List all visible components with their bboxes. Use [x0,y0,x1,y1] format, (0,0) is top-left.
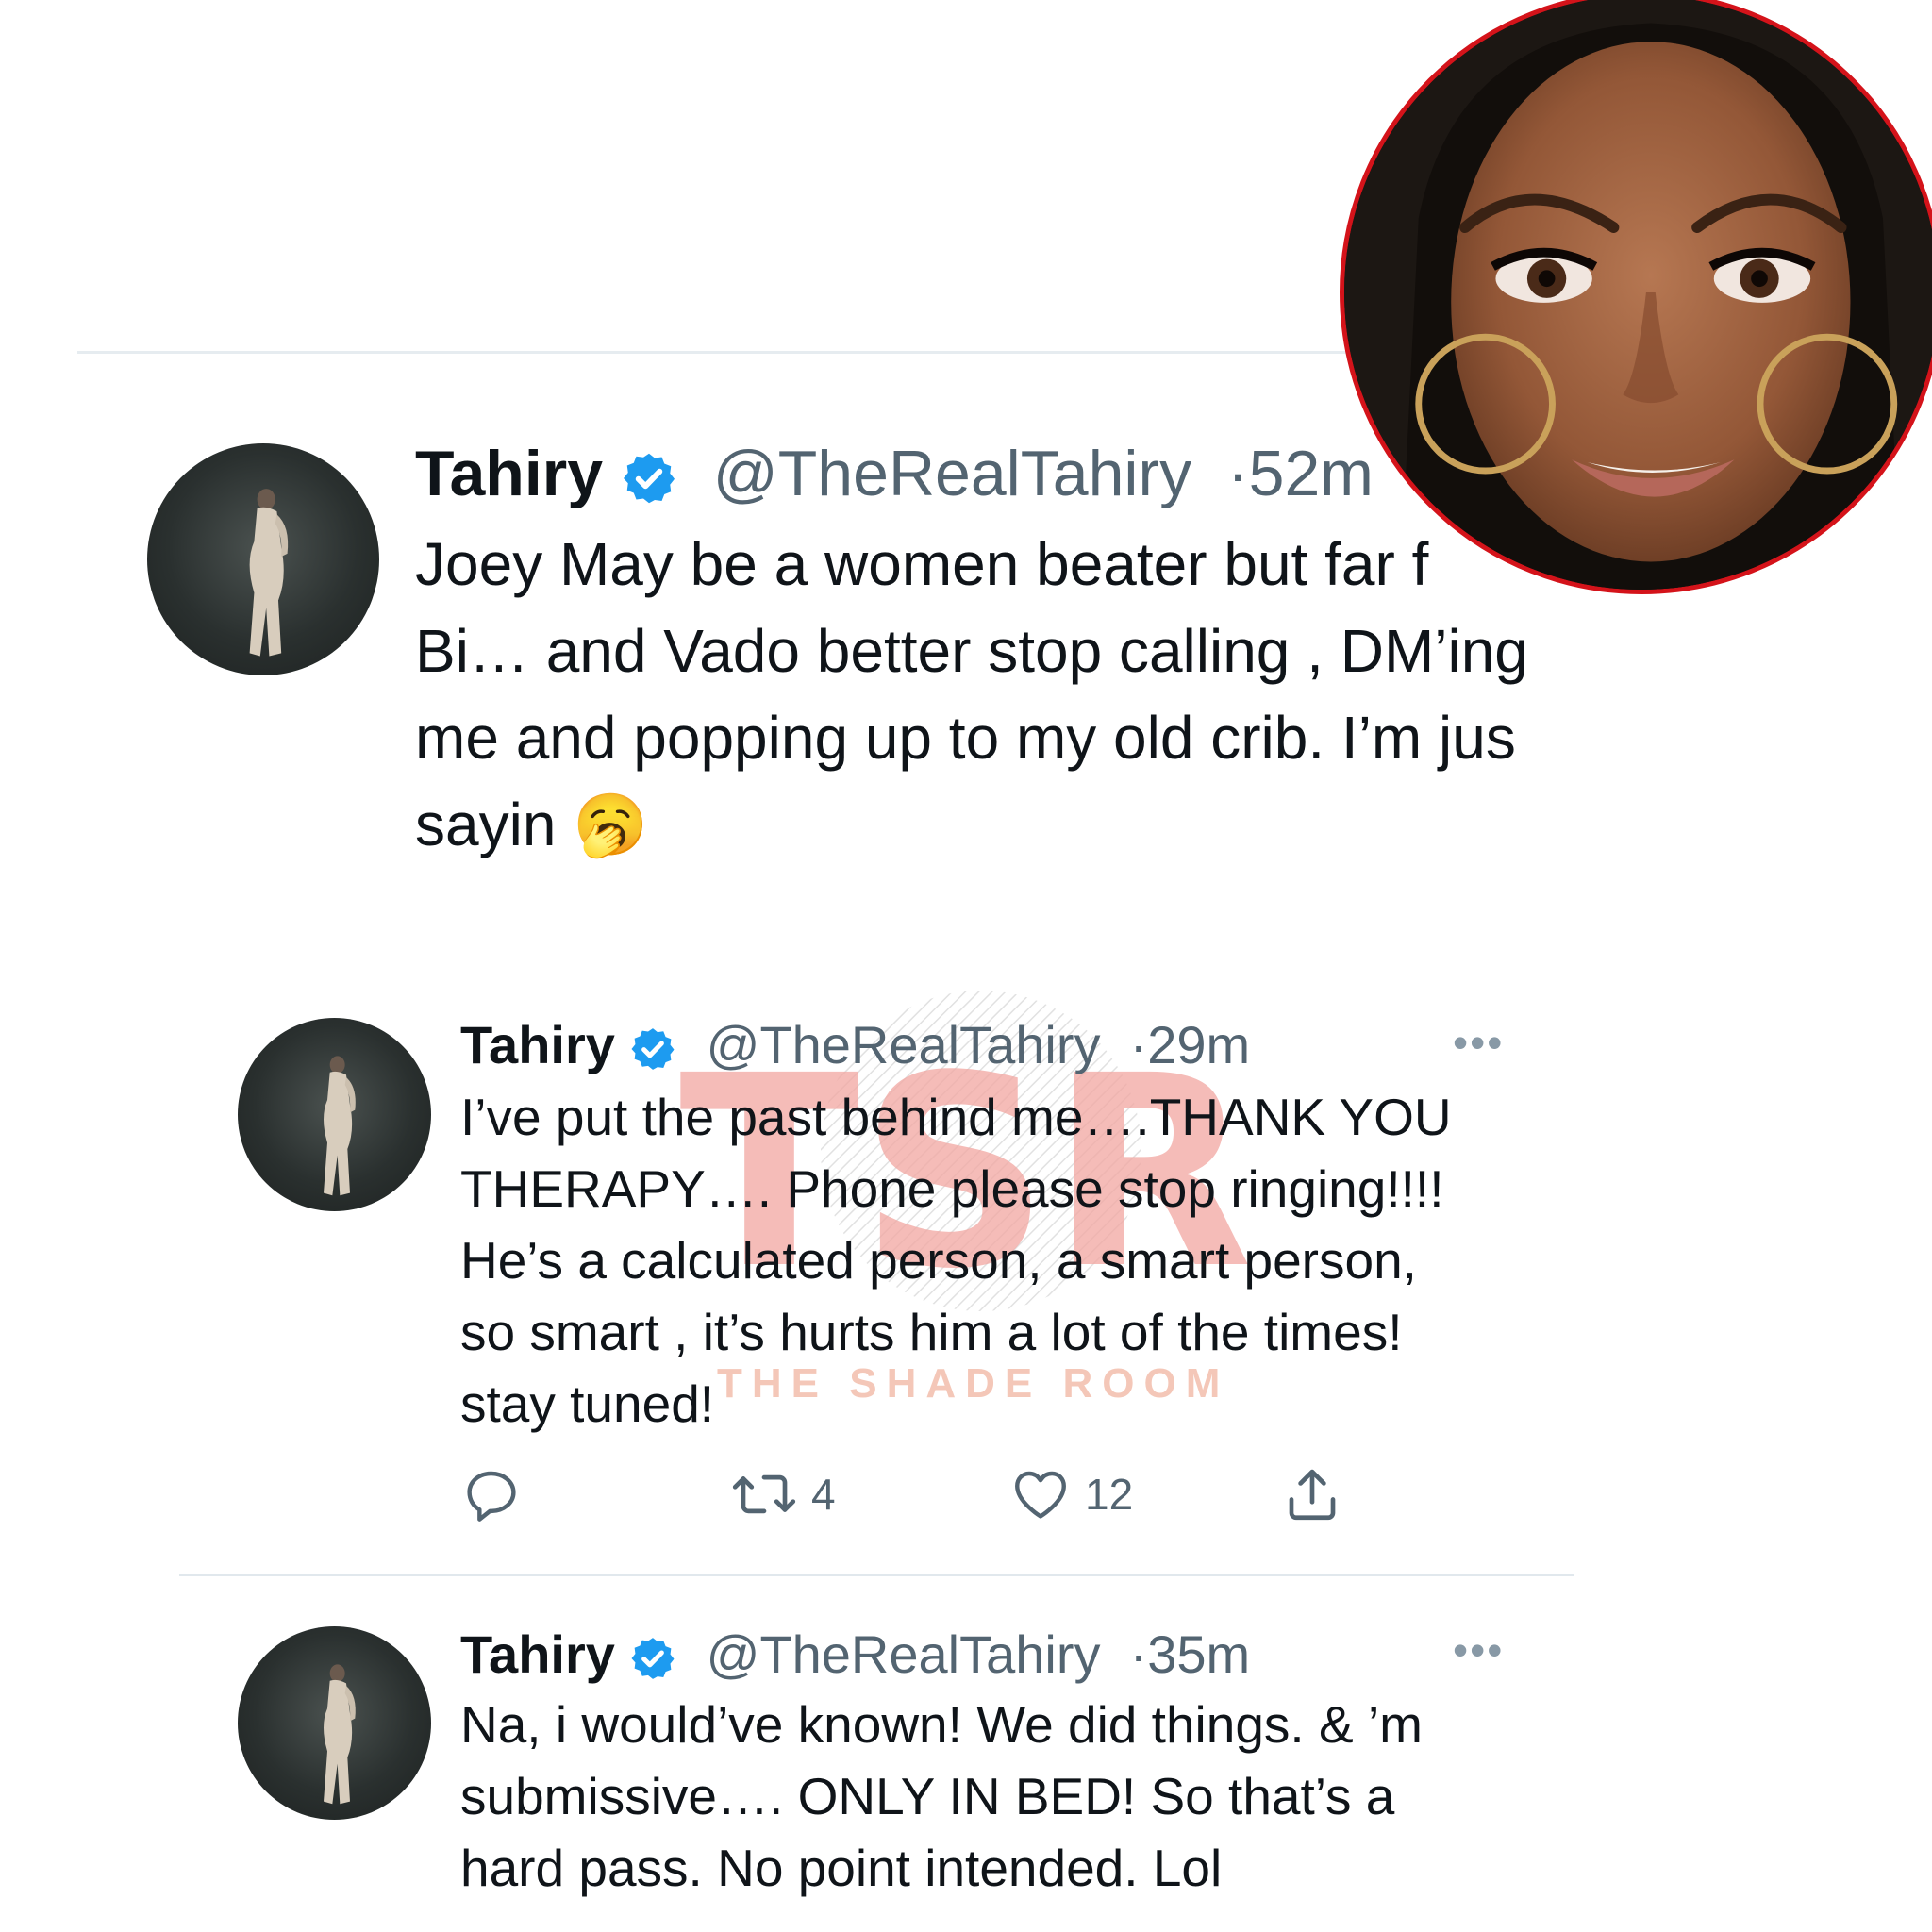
reply-icon [467,1471,516,1522]
screenshot-page: Tahiry @TheRealTahiry ·52m Joey May be a… [0,0,1932,1932]
share-button[interactable] [1281,1460,1343,1528]
avatar[interactable] [238,1626,431,1820]
user-handle[interactable]: @TheRealTahiry [691,1624,1115,1684]
separator-dot: · [1115,1015,1148,1074]
tweet-text: I’ve put the past behind me….THANK YOU T… [460,1088,1452,1433]
avatar-figure-icon [323,1056,356,1196]
verified-badge-icon [623,453,675,504]
retweet-button[interactable]: 4 [730,1460,836,1528]
timestamp[interactable]: 29m [1147,1015,1250,1074]
inset-portrait-photo [1340,0,1932,594]
portrait-illustration [1344,0,1932,590]
divider [77,351,1474,354]
separator-dot: · [1209,438,1249,509]
like-button[interactable]: 12 [1009,1460,1133,1528]
retweet-count: 4 [811,1470,836,1519]
display-name[interactable]: Tahiry [460,1624,615,1684]
tweet-text: Na, i would’ve known! We did things. & ’… [460,1695,1423,1897]
tweet-header: Tahiry @TheRealTahiry ·29m [460,1019,1250,1073]
divider [179,1574,1574,1576]
tweet-header: Tahiry @TheRealTahiry ·35m [460,1628,1250,1682]
avatar[interactable] [147,443,379,675]
avatar-figure-icon [249,489,289,657]
more-icon[interactable]: ••• [1453,1017,1504,1068]
display-name[interactable]: Tahiry [460,1015,615,1074]
tweet-text: Joey May be a women beater but far f Bi…… [415,530,1528,858]
tweet-actions: 4 12 [460,1460,1366,1528]
display-name[interactable]: Tahiry [415,438,603,509]
timestamp[interactable]: 35m [1147,1624,1250,1684]
tweet-header: Tahiry @TheRealTahiry ·52m [415,441,1374,507]
reply-button[interactable] [460,1460,523,1528]
more-icon[interactable]: ••• [1453,1624,1504,1675]
verified-badge-icon [631,1638,675,1680]
avatar-figure-icon [323,1664,356,1805]
separator-dot: · [1115,1624,1148,1684]
user-handle[interactable]: @TheRealTahiry [691,1015,1115,1074]
avatar[interactable] [238,1018,431,1211]
like-count: 12 [1085,1470,1134,1519]
retweet-icon [732,1474,796,1514]
share-icon [1289,1469,1336,1521]
heart-icon [1015,1471,1066,1519]
verified-badge-icon [631,1028,675,1071]
timestamp[interactable]: 52m [1249,438,1374,509]
user-handle[interactable]: @TheRealTahiry [695,438,1209,509]
